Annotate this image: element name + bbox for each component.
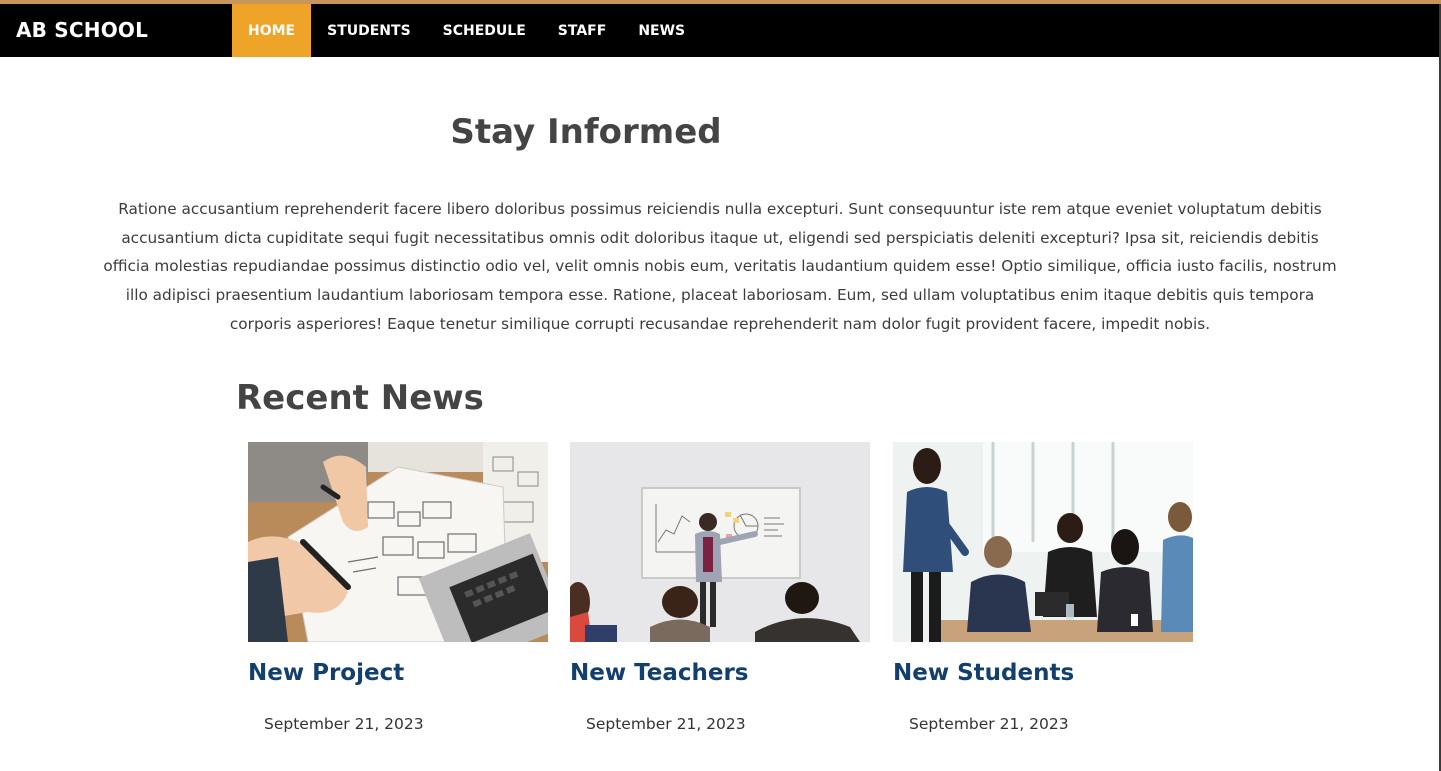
site-logo[interactable]: AB SCHOOL xyxy=(16,17,148,43)
navbar: AB SCHOOL HOME STUDENTS SCHEDULE STAFF N… xyxy=(0,4,1441,57)
intro-paragraph: Ratione accusantium reprehenderit facere… xyxy=(103,200,1337,333)
page-title: Stay Informed xyxy=(450,112,722,152)
news-card-new-teachers: New Teachers September 21, 2023 xyxy=(570,442,870,733)
news-image-wireframe-sketch[interactable] xyxy=(248,442,548,642)
news-title[interactable]: New Students xyxy=(893,657,1074,689)
recent-news-heading: Recent News xyxy=(236,378,484,418)
news-title[interactable]: New Project xyxy=(248,657,404,689)
news-card-new-project: New Project September 21, 2023 xyxy=(248,442,548,733)
nav-schedule[interactable]: SCHEDULE xyxy=(427,4,542,57)
news-image-whiteboard-presentation[interactable] xyxy=(570,442,870,642)
nav-news[interactable]: NEWS xyxy=(622,4,701,57)
news-date: September 21, 2023 xyxy=(586,715,746,733)
main-nav: HOME STUDENTS SCHEDULE STAFF NEWS xyxy=(232,4,701,57)
news-title[interactable]: New Teachers xyxy=(570,657,749,689)
news-card-new-students: New Students September 21, 2023 xyxy=(893,442,1193,733)
news-image-classroom-discussion[interactable] xyxy=(893,442,1193,642)
nav-home[interactable]: HOME xyxy=(232,4,312,57)
news-date: September 21, 2023 xyxy=(909,715,1069,733)
nav-students[interactable]: STUDENTS xyxy=(311,4,427,57)
nav-staff[interactable]: STAFF xyxy=(542,4,623,57)
news-date: September 21, 2023 xyxy=(264,715,424,733)
